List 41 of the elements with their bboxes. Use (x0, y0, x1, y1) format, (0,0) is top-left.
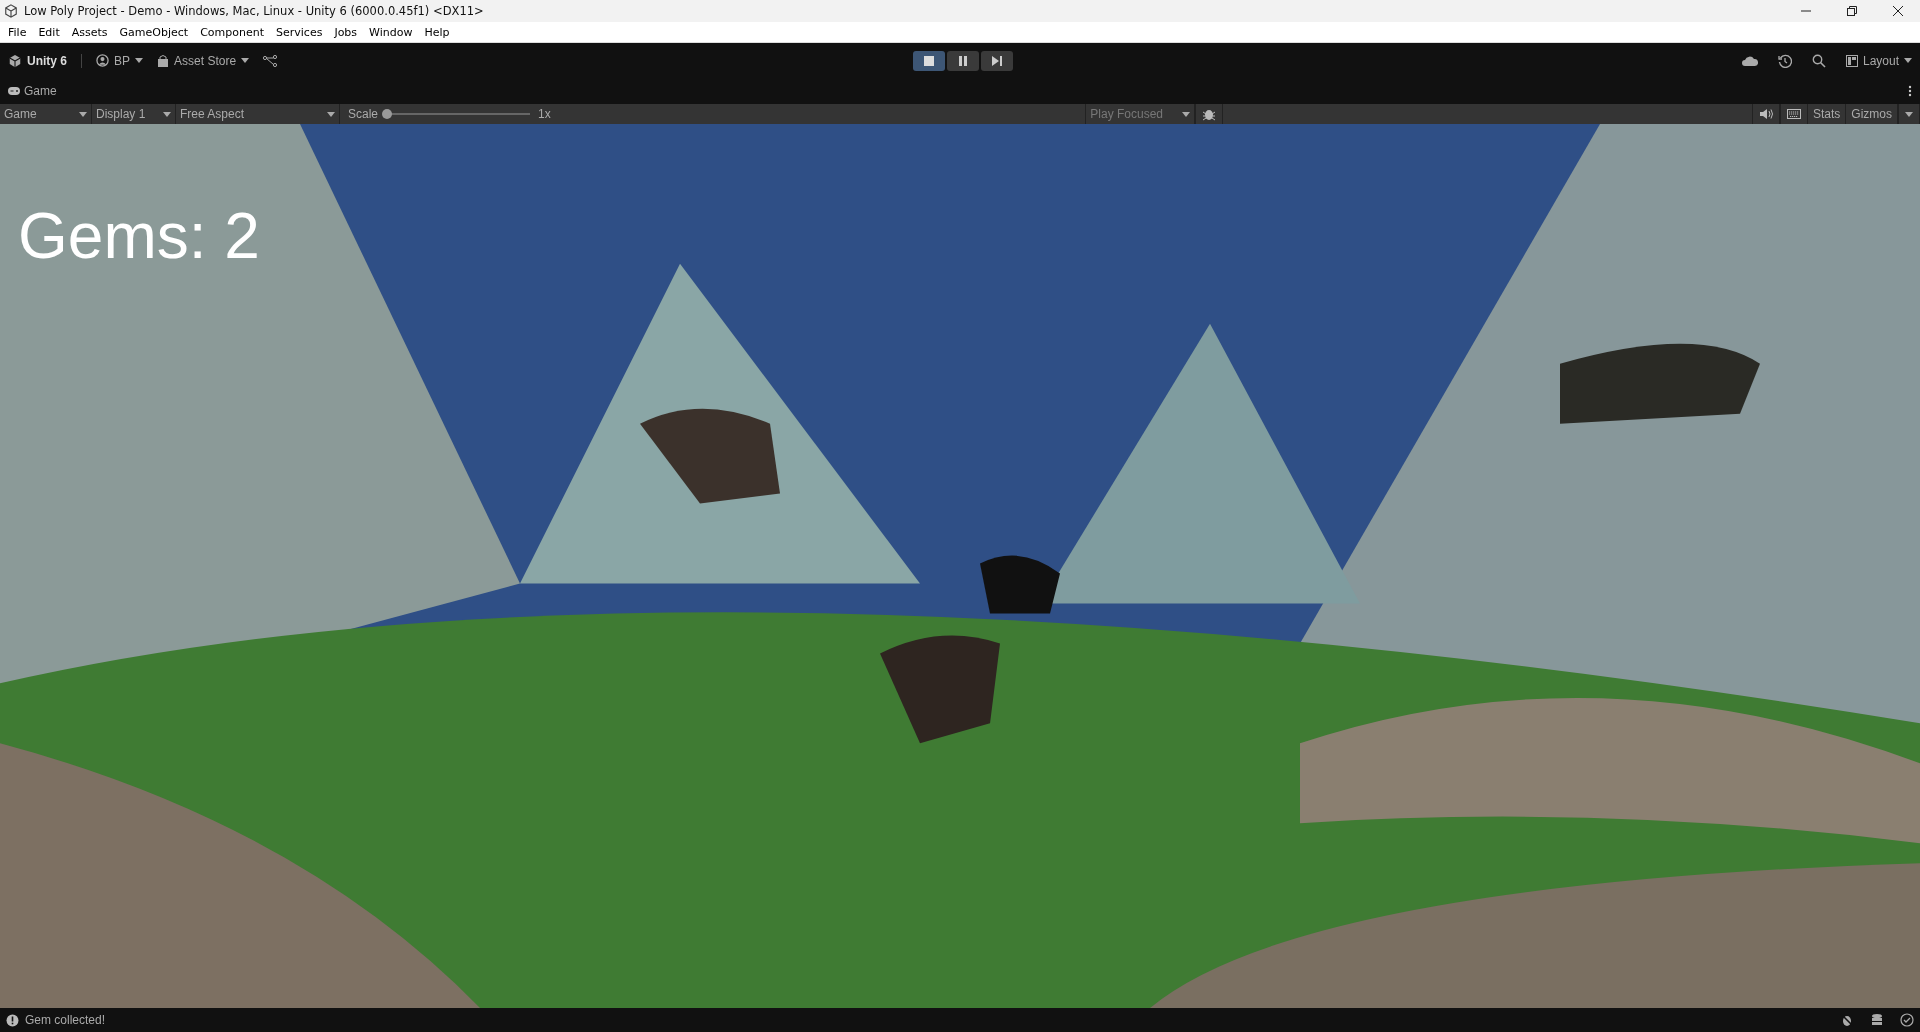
pause-icon (958, 56, 968, 66)
product-label[interactable]: Unity 6 (8, 53, 67, 68)
user-icon (96, 54, 109, 67)
stop-icon (924, 56, 934, 66)
warning-icon (6, 1013, 19, 1027)
gamepad-icon (8, 87, 20, 95)
branch-icon[interactable] (263, 54, 278, 67)
step-icon (991, 56, 1003, 66)
menu-item[interactable]: Assets (65, 25, 114, 39)
account-dropdown[interactable]: BP (96, 53, 144, 68)
search-icon[interactable] (1811, 53, 1826, 68)
check-circle-icon[interactable] (1900, 1013, 1914, 1027)
scale-value: 1x (537, 107, 552, 121)
cloud-icon[interactable] (1741, 55, 1758, 66)
cube-icon (8, 53, 22, 68)
menu-item[interactable]: Window (363, 25, 419, 39)
window-title: Low Poly Project - Demo - Windows, Mac, Linux - Unity 6 (6000.0.45f1) <DX11> (24, 4, 484, 18)
database-icon[interactable] (1870, 1013, 1884, 1027)
history-icon[interactable] (1777, 53, 1792, 68)
menu-item[interactable]: Edit (32, 25, 66, 39)
menu-item[interactable]: File (2, 25, 33, 39)
layout-dropdown[interactable]: Layout (1845, 53, 1912, 68)
stop-button[interactable] (913, 51, 945, 71)
layout-icon (1845, 54, 1858, 67)
menu-item[interactable]: Jobs (328, 25, 364, 39)
step-button[interactable] (981, 51, 1013, 71)
menu-item[interactable]: Services (270, 25, 329, 39)
close-icon[interactable] (1892, 5, 1904, 17)
more-icon[interactable] (1908, 85, 1912, 97)
scale-label: Scale (347, 107, 380, 121)
bag-icon (157, 54, 170, 67)
menu-item[interactable]: Component (194, 25, 270, 39)
cube-icon (4, 4, 18, 18)
gems-counter: Gems: 2 (18, 199, 260, 273)
menu-item[interactable]: Help (418, 25, 456, 39)
status-message: Gem collected! (25, 1013, 106, 1027)
pause-button[interactable] (947, 51, 979, 71)
menu-item[interactable]: GameObject (113, 25, 195, 39)
game-tab[interactable]: Game (8, 84, 57, 98)
restore-icon[interactable] (1846, 5, 1858, 17)
asset-store-dropdown[interactable]: Asset Store (157, 53, 250, 68)
